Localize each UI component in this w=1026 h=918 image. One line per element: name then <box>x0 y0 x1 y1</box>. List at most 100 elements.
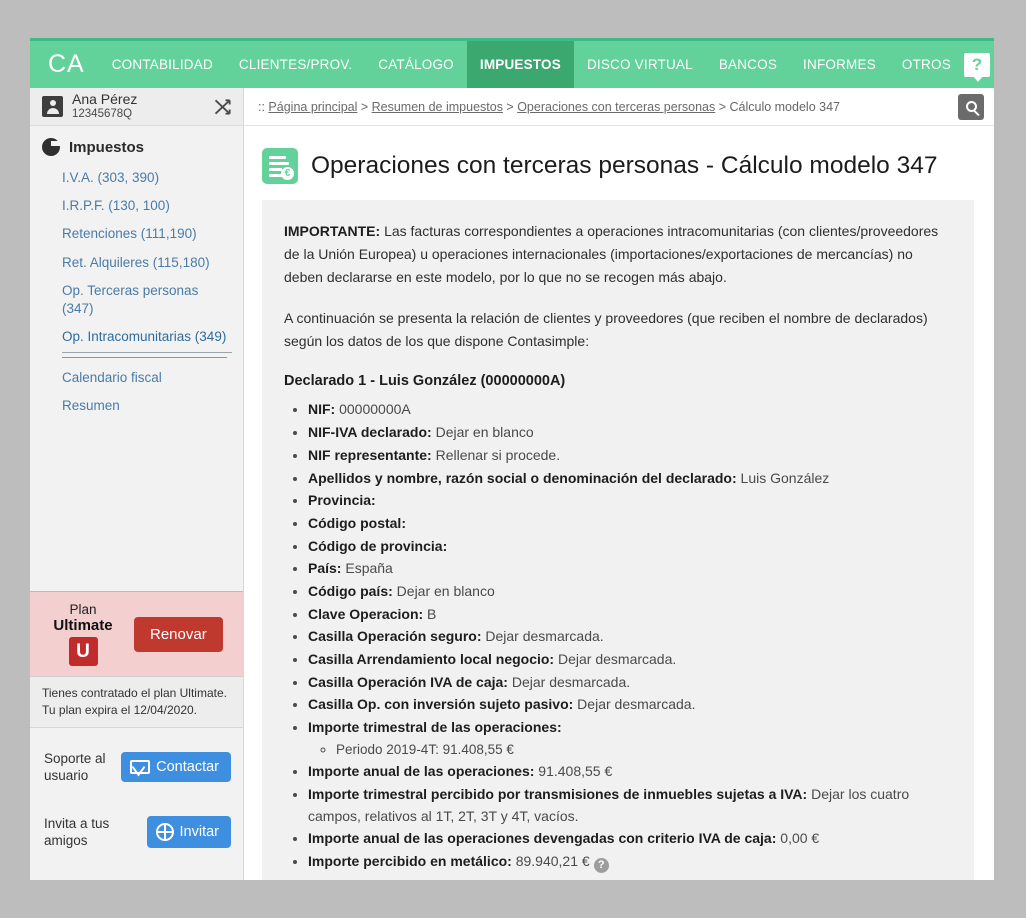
breadcrumb-item-1[interactable]: Página principal <box>268 100 357 114</box>
field-item-label: Casilla Operación seguro: <box>308 628 482 644</box>
sidebar-item-2[interactable]: I.R.P.F. (130, 100) <box>30 192 243 220</box>
trimestral-sublist: Periodo 2019-4T: 91.408,55 € <box>308 739 952 761</box>
breadcrumb-prefix: :: <box>258 100 268 114</box>
user-summary[interactable]: Ana Pérez 12345678Q <box>30 88 243 126</box>
sidebar-item-5[interactable]: Op. Terceras personas (347) <box>30 277 243 323</box>
field-item-value: Dejar desmarcada. <box>573 696 695 712</box>
page-header: € Operaciones con terceras personas - Cá… <box>244 126 994 200</box>
nav-right-group: ? A <box>964 48 994 82</box>
invite-row: Invita a tus amigos Invitar <box>44 815 231 850</box>
breadcrumb: :: Página principal > Resumen de impuest… <box>258 100 840 114</box>
nav-item-impuestos[interactable]: IMPUESTOS <box>467 41 574 88</box>
field-item-trimestral: Importe trimestral de las operaciones: Pe… <box>308 717 952 760</box>
field-item: Código de provincia: <box>308 536 952 558</box>
field-item-label: Apellidos y nombre, razón social o denom… <box>308 470 737 486</box>
sidebar-filler <box>30 428 243 591</box>
field-item-label: NIF: <box>308 401 335 417</box>
trimestral-period-item: Periodo 2019-4T: 91.408,55 € <box>336 739 952 761</box>
field-item-label: NIF representante: <box>308 447 432 463</box>
pie-chart-icon <box>42 138 60 156</box>
field-item-label: Código postal: <box>308 515 406 531</box>
field-item-label: País: <box>308 560 341 576</box>
nav-item-disco-virtual[interactable]: DISCO VIRTUAL <box>574 41 706 88</box>
field-item-label: Importe anual de las operaciones devenga… <box>308 830 776 846</box>
plan-name: Ultimate <box>42 617 124 634</box>
field-item-label: Casilla Arrendamiento local negocio: <box>308 651 554 667</box>
field-item: Casilla Op. con inversión sujeto pasivo:… <box>308 694 952 716</box>
field-item-label: Casilla Operación IVA de caja: <box>308 674 508 690</box>
nav-item-otros[interactable]: OTROS <box>889 41 964 88</box>
field-item-label: Importe trimestral percibido por transmi… <box>308 786 807 802</box>
contact-button-label: Contactar <box>156 759 219 775</box>
plan-word: Plan <box>42 602 124 617</box>
nav-item-clientes-prov[interactable]: CLIENTES/PROV. <box>226 41 365 88</box>
breadcrumb-item-2[interactable]: Resumen de impuestos <box>372 100 503 114</box>
breadcrumb-bar: :: Página principal > Resumen de impuest… <box>244 88 994 126</box>
switch-account-icon[interactable] <box>213 97 233 117</box>
sidebar-extra-item-2[interactable]: Resumen <box>30 392 243 420</box>
nav-item-informes[interactable]: INFORMES <box>790 41 889 88</box>
help-icon[interactable]: ? <box>964 53 990 77</box>
nav-item-contabilidad[interactable]: CONTABILIDAD <box>99 41 226 88</box>
support-label: Soporte al usuario <box>44 750 121 785</box>
field-item-value: Dejar desmarcada. <box>554 651 676 667</box>
field-item-value: 91.408,55 € <box>534 763 612 779</box>
field-item: Casilla Operación IVA de caja: Dejar des… <box>308 672 952 694</box>
field-item: Código país: Dejar en blanco <box>308 581 952 603</box>
field-item: Casilla Arrendamiento local negocio: Dej… <box>308 649 952 671</box>
brand-logo[interactable]: CA <box>30 50 99 79</box>
body-split: Ana Pérez 12345678Q Impuestos I.V.A. (30… <box>30 88 994 880</box>
contact-button[interactable]: Contactar <box>121 752 231 782</box>
sidebar-extra-item-1[interactable]: Calendario fiscal <box>30 364 243 392</box>
nav-item-cat-logo[interactable]: CATÁLOGO <box>365 41 467 88</box>
sidebar-section-header: Impuestos <box>30 126 243 164</box>
app-window: CA CONTABILIDADCLIENTES/PROV.CATÁLOGOIMP… <box>30 38 994 880</box>
user-name: Ana Pérez <box>72 92 137 108</box>
field-item-label: Código de provincia: <box>308 538 447 554</box>
sidebar-item-4[interactable]: Ret. Alquileres (115,180) <box>30 249 243 277</box>
field-item-trimestral-label: Importe trimestral de las operaciones: <box>308 719 562 735</box>
field-item: NIF-IVA declarado: Dejar en blanco <box>308 422 952 444</box>
field-item: NIF representante: Rellenar si procede. <box>308 445 952 467</box>
sidebar-menu: I.V.A. (303, 390)I.R.P.F. (130, 100)Rete… <box>30 164 243 428</box>
support-row: Soporte al usuario Contactar <box>44 750 231 785</box>
breadcrumb-item-3[interactable]: Operaciones con terceras personas <box>517 100 715 114</box>
field-item: Casilla Operación seguro: Dejar desmarca… <box>308 626 952 648</box>
search-button[interactable] <box>958 94 984 120</box>
declarado-heading: Declarado 1 - Luis González (00000000A) <box>276 373 952 389</box>
field-item-value: España <box>341 560 392 576</box>
field-item-value: Luis González <box>737 470 830 486</box>
field-item: Apellidos y nombre, razón social o denom… <box>308 468 952 490</box>
sidebar-item-6[interactable]: Op. Intracomunitarias (349) <box>62 323 232 352</box>
help-circle-icon[interactable]: ? <box>594 858 609 873</box>
nav-item-bancos[interactable]: BANCOS <box>706 41 790 88</box>
field-item-value: Dejar desmarcada. <box>508 674 630 690</box>
nav-items: CONTABILIDADCLIENTES/PROV.CATÁLOGOIMPUES… <box>99 41 964 88</box>
sidebar-item-1[interactable]: I.V.A. (303, 390) <box>30 164 243 192</box>
search-icon <box>966 101 977 112</box>
breadcrumb-item-4: Cálculo modelo 347 <box>729 100 840 114</box>
plan-badge-icon: U <box>69 637 98 666</box>
breadcrumb-separator: > <box>715 100 729 114</box>
renew-button[interactable]: Renovar <box>134 617 223 652</box>
field-item-metalico-value: 89.940,21 € <box>512 853 590 869</box>
field-item-value: Dejar en blanco <box>393 583 495 599</box>
field-item-label: NIF-IVA declarado: <box>308 424 432 440</box>
sidebar-section-title: Impuestos <box>69 139 144 156</box>
field-item: Importe trimestral percibido por transmi… <box>308 784 952 827</box>
sidebar-item-3[interactable]: Retenciones (111,190) <box>30 220 243 248</box>
field-item-label: Código país: <box>308 583 393 599</box>
user-text: Ana Pérez 12345678Q <box>72 92 137 121</box>
main-content: :: Página principal > Resumen de impuest… <box>244 88 994 880</box>
breadcrumb-separator: > <box>357 100 371 114</box>
top-navigation-bar: CA CONTABILIDADCLIENTES/PROV.CATÁLOGOIMP… <box>30 38 994 88</box>
plan-box: Plan Ultimate U Renovar <box>30 591 243 677</box>
content-card: IMPORTANTE: Las facturas correspondiente… <box>262 200 974 880</box>
sidebar-divider <box>62 357 227 358</box>
sidebar: Ana Pérez 12345678Q Impuestos I.V.A. (30… <box>30 88 244 880</box>
plan-info: Plan Ultimate U <box>42 602 124 666</box>
field-item-metalico: Importe percibido en metálico: 89.940,21… <box>308 851 952 873</box>
invite-button[interactable]: Invitar <box>147 816 232 848</box>
field-item-value: Rellenar si procede. <box>432 447 560 463</box>
field-item-label: Casilla Op. con inversión sujeto pasivo: <box>308 696 573 712</box>
